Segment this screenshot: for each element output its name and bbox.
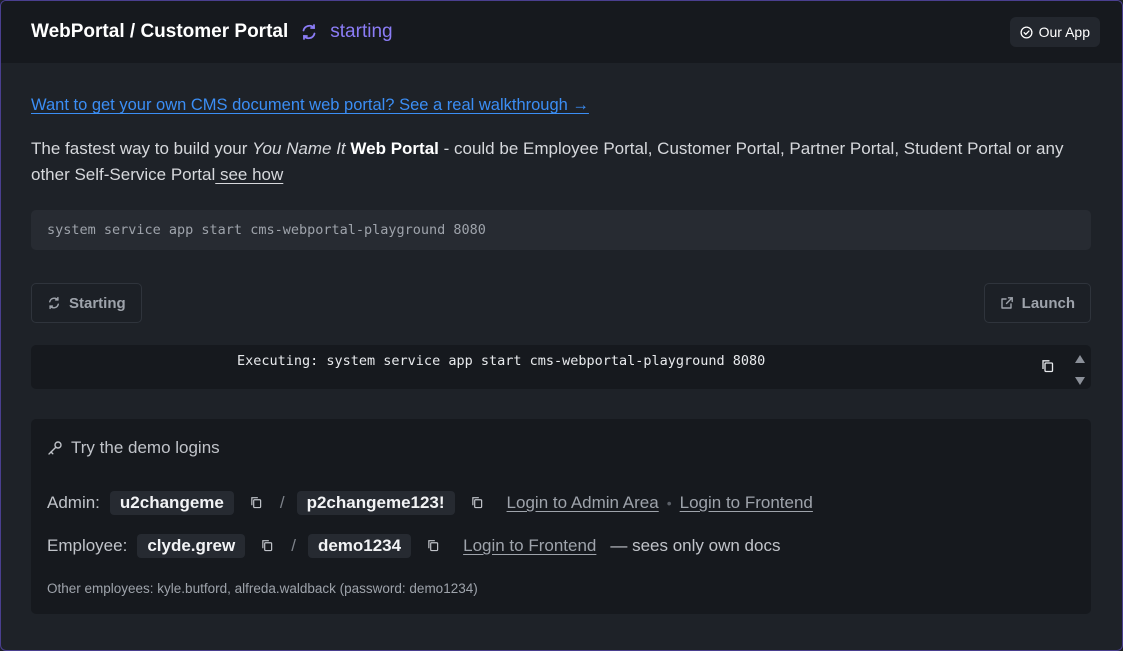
launch-label: Launch [1021,294,1075,312]
intro-paragraph: The fastest way to build your You Name I… [31,136,1091,188]
command-box: system service app start cms-webportal-p… [31,210,1091,250]
action-row: Starting Launch [31,283,1091,323]
admin-label: Admin: [47,493,100,512]
separator-slash: / [291,536,296,555]
copy-admin-username-icon[interactable] [250,496,264,510]
check-circle-icon [1020,25,1033,39]
demo-logins-heading: Try the demo logins [47,419,1075,458]
demo-logins-panel: Try the demo logins Admin: u2changeme / … [31,419,1091,614]
copy-employee-password-icon[interactable] [427,539,441,553]
output-line: Executing: system service app start cms-… [237,353,766,369]
employee-label: Employee: [47,536,128,555]
main-content: Want to get your own CMS document web po… [1,63,1122,614]
starting-button[interactable]: Starting [31,283,142,323]
employee-username: clyde.grew [137,534,246,558]
app-window: WebPortal / Customer Portal starting Our… [0,0,1123,651]
header-bar: WebPortal / Customer Portal starting Our… [1,1,1122,63]
demo-logins-title: Try the demo logins [71,438,220,457]
refresh-icon [47,296,61,310]
scroll-down-arrow-icon[interactable] [1074,373,1086,391]
scroll-up-arrow-icon[interactable] [1074,351,1086,369]
walkthrough-link[interactable]: Want to get your own CMS document web po… [31,96,589,115]
login-admin-area-link[interactable]: Login to Admin Area [507,493,659,513]
employee-password: demo1234 [307,534,412,558]
copy-output-icon[interactable] [1041,359,1054,378]
our-app-label: Our App [1038,24,1090,40]
employee-note: — sees only own docs [610,536,781,555]
bullet-separator: • [666,495,672,511]
copy-employee-username-icon[interactable] [261,539,275,553]
see-how-link[interactable]: see how [215,165,283,184]
employee-credentials-row: Employee: clyde.grew / demo1234 Login to… [47,534,1075,558]
separator-slash: / [279,493,285,512]
output-console: Executing: system service app start cms-… [31,345,1091,389]
intro-bold: Web Portal [350,139,439,158]
our-app-button[interactable]: Our App [1009,17,1100,47]
copy-admin-password-icon[interactable] [471,496,485,510]
external-link-icon [1000,296,1014,310]
intro-italic: You Name It [252,139,346,158]
starting-label: Starting [69,294,126,312]
admin-password: p2changeme123! [296,491,455,515]
launch-button[interactable]: Launch [983,283,1091,323]
admin-login-frontend-link[interactable]: Login to Frontend [680,493,813,513]
intro-text-start: The fastest way to build your [31,139,253,158]
other-employees-note: Other employees: kyle.butford, alfreda.w… [47,581,478,596]
admin-username: u2changeme [109,491,234,515]
employee-login-frontend-link[interactable]: Login to Frontend [463,536,596,556]
status-label: starting [330,21,393,42]
page-title: WebPortal / Customer Portal [31,21,289,42]
admin-credentials-row: Admin: u2changeme / p2changeme123! Login… [47,491,1075,515]
command-text: system service app start cms-webportal-p… [47,222,486,238]
refresh-spinner-icon [300,23,318,41]
key-icon [47,440,63,456]
